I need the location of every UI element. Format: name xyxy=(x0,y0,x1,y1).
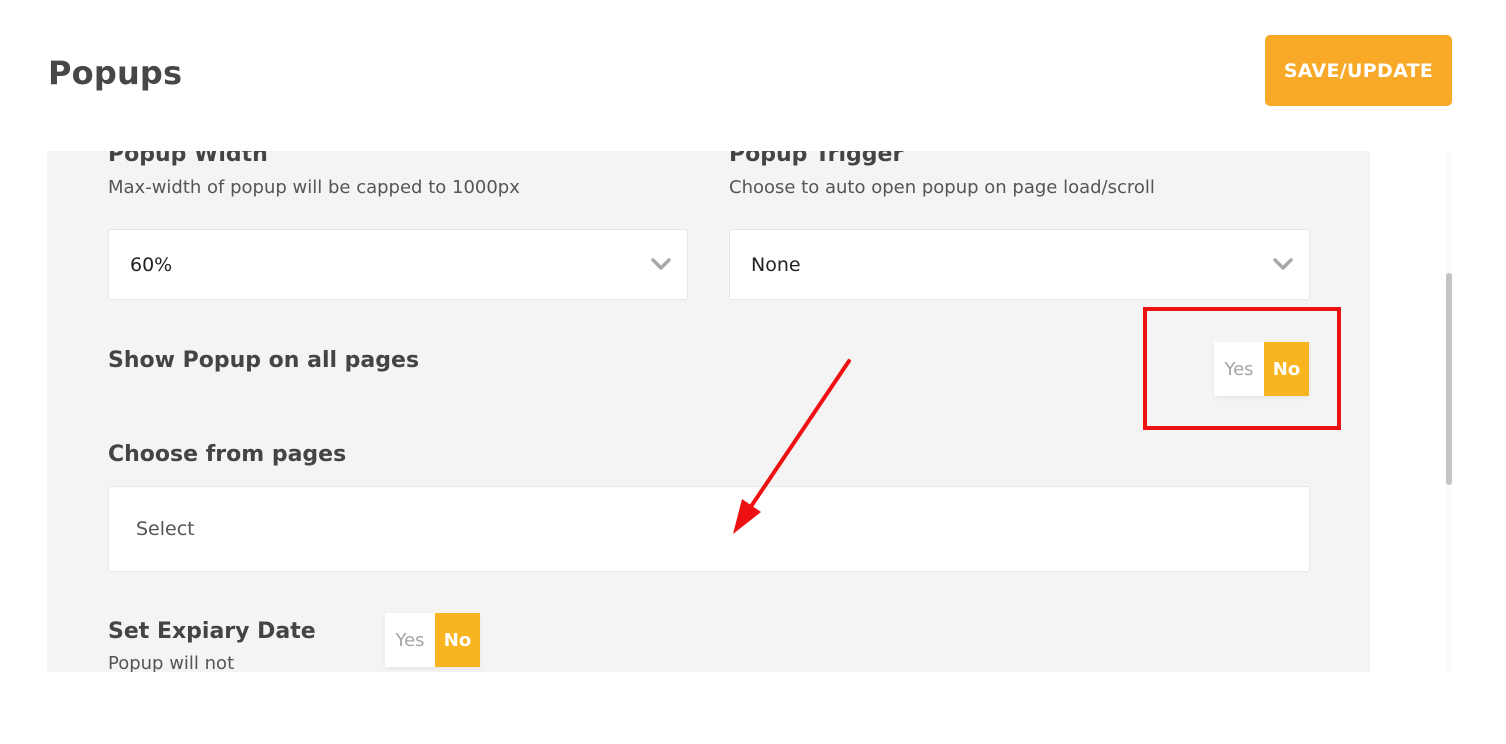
chevron-down-icon xyxy=(651,258,671,270)
chevron-down-icon xyxy=(1273,258,1293,270)
annotation-highlight-box xyxy=(1143,307,1341,430)
popup-width-value: 60% xyxy=(130,253,173,276)
page-title: Popups xyxy=(48,54,183,92)
save-update-button[interactable]: SAVE/UPDATE xyxy=(1265,35,1452,106)
popup-trigger-label: Popup Trigger xyxy=(729,151,904,167)
expiry-yes-option[interactable]: Yes xyxy=(385,613,435,667)
popup-trigger-help: Choose to auto open popup on page load/s… xyxy=(729,177,1155,198)
expiry-no-option[interactable]: No xyxy=(435,613,480,667)
show-all-pages-label: Show Popup on all pages xyxy=(108,348,420,373)
popup-width-select[interactable]: 60% xyxy=(108,229,688,300)
popup-trigger-value: None xyxy=(751,253,801,276)
popup-width-help: Max-width of popup will be capped to 100… xyxy=(108,177,520,198)
choose-pages-label: Choose from pages xyxy=(108,442,347,467)
popup-width-label: Popup Width xyxy=(108,151,268,167)
choose-pages-placeholder: Select xyxy=(136,518,195,540)
expiry-toggle: Yes No xyxy=(385,613,480,667)
scrollbar-thumb[interactable] xyxy=(1446,273,1452,485)
expiry-label: Set Expiary Date xyxy=(108,619,316,644)
popup-trigger-select[interactable]: None xyxy=(729,229,1310,300)
choose-pages-select[interactable]: Select xyxy=(108,486,1310,572)
expiry-help: Popup will not xyxy=(108,653,235,672)
